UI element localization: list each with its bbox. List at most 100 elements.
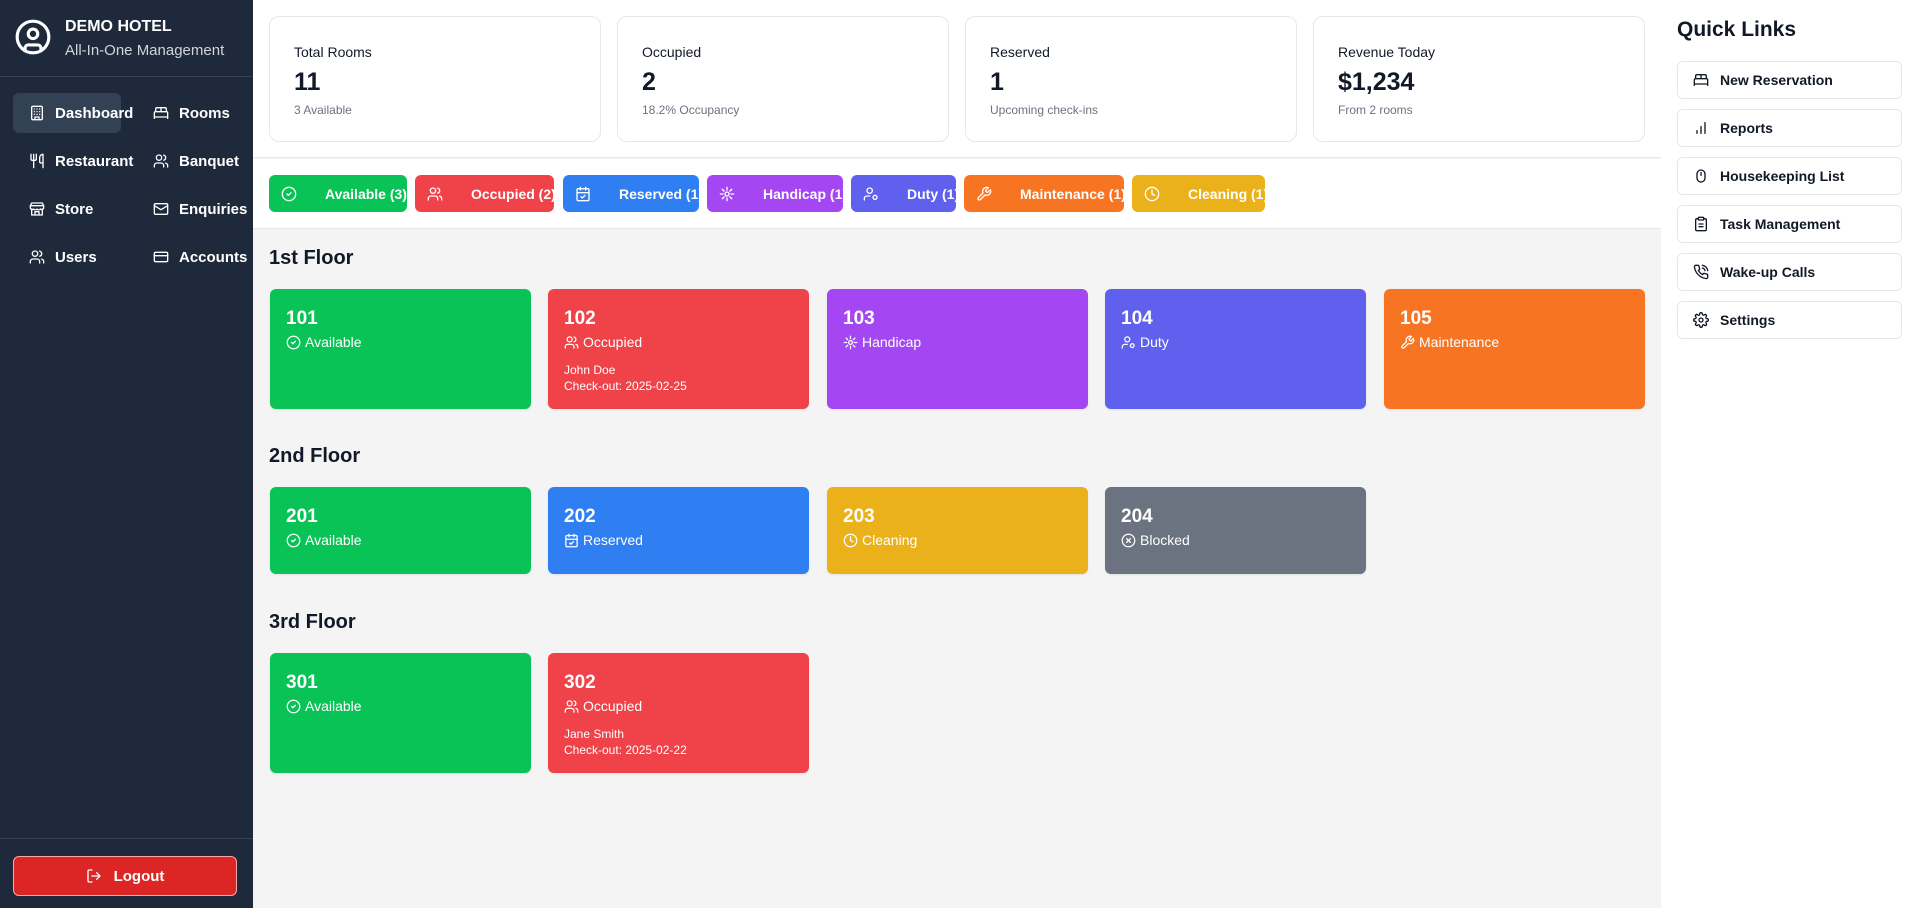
room-status: Handicap	[843, 334, 1088, 350]
room-card-302[interactable]: 302 Occupied Jane Smith Check-out: 2025-…	[548, 653, 809, 773]
user-cog-icon	[863, 186, 879, 202]
mail-icon	[153, 201, 169, 217]
stat-card-reserved: Reserved 1 Upcoming check-ins	[965, 16, 1297, 142]
users-icon	[29, 249, 45, 265]
nav-item-rooms[interactable]: Rooms	[137, 93, 245, 133]
quick-link-task-management[interactable]: Task Management	[1677, 205, 1902, 243]
quick-link-label: Housekeeping List	[1720, 168, 1845, 184]
clipboard-icon	[1693, 216, 1709, 232]
nav-item-label: Dashboard	[55, 104, 134, 122]
room-card-201[interactable]: 201 Available	[270, 487, 531, 574]
room-status: Available	[286, 334, 531, 350]
user-cog-icon	[1121, 335, 1136, 350]
checkout-date: Check-out: 2025-02-25	[564, 379, 687, 393]
room-number: 301	[286, 672, 318, 693]
nav-item-label: Rooms	[179, 104, 230, 122]
quick-links-title: Quick Links	[1677, 18, 1797, 41]
store-icon	[29, 201, 45, 217]
quick-link-label: Wake-up Calls	[1720, 264, 1816, 280]
stat-label: Revenue Today	[1338, 44, 1436, 60]
quick-link-housekeeping-list[interactable]: Housekeeping List	[1677, 157, 1902, 195]
accessibility-icon	[719, 186, 735, 202]
nav-item-users[interactable]: Users	[13, 237, 121, 277]
users-icon	[564, 335, 579, 350]
checkout-date: Check-out: 2025-02-22	[564, 743, 687, 757]
credit-card-icon	[153, 249, 169, 265]
filter-occupied[interactable]: Occupied (2)	[415, 175, 556, 212]
room-card-104[interactable]: 104 Duty	[1105, 289, 1366, 409]
room-status-label: Duty	[1140, 334, 1169, 350]
stat-label: Reserved	[990, 44, 1050, 60]
filter-label: Occupied (2)	[471, 185, 556, 202]
nav-item-accounts[interactable]: Accounts	[137, 237, 248, 277]
status-filter-bar: Available (3) Occupied (2) Reserved (1) …	[253, 159, 1661, 229]
quick-link-reports[interactable]: Reports	[1677, 109, 1902, 147]
stats-bar: Total Rooms 11 3 Available Occupied 2 18…	[253, 0, 1661, 158]
filter-label: Handicap (1)	[763, 185, 848, 202]
quick-link-label: Reports	[1720, 120, 1773, 136]
nav-item-label: Accounts	[179, 248, 248, 266]
nav-item-label: Users	[55, 248, 97, 266]
room-card-204[interactable]: 204 Blocked	[1105, 487, 1366, 574]
bed-icon	[153, 105, 169, 121]
utensils-icon	[29, 153, 45, 169]
room-card-105[interactable]: 105 Maintenance	[1384, 289, 1645, 409]
room-card-101[interactable]: 101 Available	[270, 289, 531, 409]
room-number: 203	[843, 506, 875, 527]
check-circle-icon	[286, 533, 301, 548]
nav-item-label: Banquet	[179, 152, 239, 170]
filter-reserved[interactable]: Reserved (1)	[563, 175, 703, 212]
hotel-name: DEMO HOTEL	[65, 18, 172, 35]
room-status: Available	[286, 532, 531, 548]
room-card-102[interactable]: 102 Occupied John Doe Check-out: 2025-02…	[548, 289, 809, 409]
logout-button[interactable]: Logout	[13, 856, 237, 896]
filter-label: Duty (1)	[907, 185, 960, 202]
quick-link-new-reservation[interactable]: New Reservation	[1677, 61, 1902, 99]
stat-subtext: 18.2% Occupancy	[642, 103, 740, 117]
users-icon	[427, 186, 443, 202]
filter-available[interactable]: Available (3)	[269, 175, 407, 212]
room-status: Duty	[1121, 334, 1366, 350]
room-card-202[interactable]: 202 Reserved	[548, 487, 809, 574]
calendar-check-icon	[564, 533, 579, 548]
quick-link-settings[interactable]: Settings	[1677, 301, 1902, 339]
room-status-label: Available	[305, 532, 362, 548]
quick-links-panel: Quick Links New Reservation Reports Hous…	[1661, 0, 1916, 908]
quick-link-label: Settings	[1720, 312, 1776, 328]
stat-card-total-rooms: Total Rooms 11 3 Available	[269, 16, 601, 142]
room-status: Maintenance	[1400, 334, 1645, 350]
nav-item-banquet[interactable]: Banquet	[137, 141, 245, 181]
guest-name: Jane Smith	[564, 727, 625, 741]
gear-icon	[1693, 312, 1709, 328]
room-card-301[interactable]: 301 Available	[270, 653, 531, 773]
stat-subtext: Upcoming check-ins	[990, 103, 1099, 117]
room-card-103[interactable]: 103 Handicap	[827, 289, 1088, 409]
filter-handicap[interactable]: Handicap (1)	[707, 175, 847, 212]
filter-label: Available (3)	[325, 185, 407, 202]
room-card-203[interactable]: 203 Cleaning	[827, 487, 1088, 574]
nav-item-enquiries[interactable]: Enquiries	[137, 189, 247, 229]
floor-title: 1st Floor	[269, 247, 354, 269]
users-icon	[564, 699, 579, 714]
nav-item-store[interactable]: Store	[13, 189, 121, 229]
nav-item-dashboard[interactable]: Dashboard	[13, 93, 133, 133]
room-status-label: Available	[305, 698, 362, 714]
stat-value: 2	[642, 68, 656, 96]
nav-item-restaurant[interactable]: Restaurant	[13, 141, 133, 181]
room-status: Occupied	[564, 334, 809, 350]
room-number: 105	[1400, 308, 1432, 329]
quick-link-wake-up-calls[interactable]: Wake-up Calls	[1677, 253, 1902, 291]
filter-label: Maintenance (1)	[1020, 185, 1126, 202]
stat-card-revenue-today: Revenue Today $1,234 From 2 rooms	[1313, 16, 1645, 142]
room-number: 101	[286, 308, 318, 329]
room-number: 102	[564, 308, 596, 329]
users-icon	[153, 153, 169, 169]
calendar-check-icon	[575, 186, 591, 202]
filter-duty[interactable]: Duty (1)	[851, 175, 960, 212]
room-status: Cleaning	[843, 532, 1088, 548]
check-circle-icon	[281, 186, 297, 202]
filter-maintenance[interactable]: Maintenance (1)	[964, 175, 1126, 212]
filter-cleaning[interactable]: Cleaning (1)	[1132, 175, 1268, 212]
room-status-label: Maintenance	[1419, 334, 1500, 350]
mouse-icon	[1693, 168, 1709, 184]
